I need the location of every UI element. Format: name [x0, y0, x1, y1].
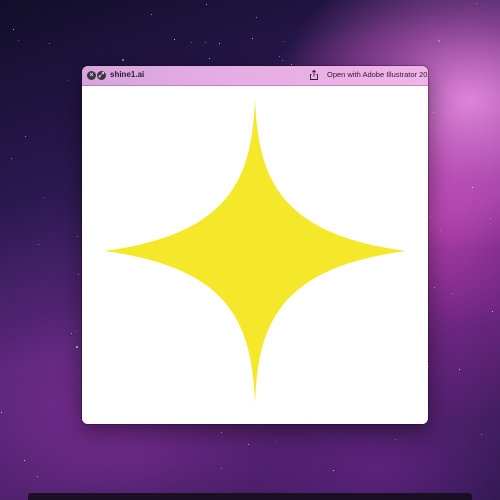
wallpaper-star [151, 14, 152, 15]
wallpaper-star [24, 460, 25, 461]
wallpaper-star [122, 59, 124, 61]
wallpaper-star [18, 40, 19, 41]
wallpaper-star [452, 293, 453, 294]
wallpaper-star [25, 136, 26, 137]
wallpaper-star [206, 4, 207, 5]
wallpaper-star [38, 244, 39, 245]
wallpaper-star [76, 331, 77, 332]
wallpaper-star [221, 468, 222, 469]
wallpaper-star [13, 29, 14, 30]
wallpaper-star [472, 187, 473, 188]
share-icon[interactable] [308, 69, 320, 81]
dock-edge [28, 493, 472, 500]
wallpaper-star [275, 441, 276, 442]
wallpaper-star [205, 42, 206, 43]
wallpaper-star [248, 444, 249, 445]
artwork-preview [104, 98, 406, 404]
wallpaper-star [434, 287, 435, 288]
open-with-illustrator-button[interactable]: Open with Adobe Illustrator 2022 [327, 69, 428, 81]
wallpaper-star [282, 60, 283, 61]
desktop-wallpaper: × ⤢ shine1.ai Open with Adobe Illustrato… [0, 0, 500, 500]
wallpaper-star [76, 346, 78, 348]
wallpaper-star [490, 218, 491, 219]
wallpaper-star [78, 274, 79, 275]
wallpaper-star [433, 112, 434, 113]
quick-look-window[interactable]: × ⤢ shine1.ai Open with Adobe Illustrato… [82, 66, 428, 424]
wallpaper-star [291, 64, 292, 65]
wallpaper-star [49, 43, 50, 44]
wallpaper-star [37, 476, 38, 477]
wallpaper-star [428, 366, 429, 367]
wallpaper-star [77, 236, 78, 237]
wallpaper-star [43, 197, 44, 198]
fullscreen-icon[interactable]: ⤢ [97, 71, 106, 80]
wallpaper-star [430, 216, 431, 217]
wallpaper-star [256, 17, 257, 18]
file-preview-canvas [82, 86, 428, 424]
window-title: shine1.ai [110, 70, 145, 79]
wallpaper-star [476, 3, 477, 4]
four-point-star-shape [104, 98, 406, 404]
wallpaper-star [459, 369, 460, 370]
wallpaper-star [174, 39, 175, 40]
wallpaper-star [279, 56, 280, 57]
wallpaper-star [333, 470, 334, 471]
wallpaper-star [481, 434, 482, 435]
wallpaper-star [11, 158, 12, 159]
wallpaper-star [71, 333, 72, 334]
wallpaper-star [191, 42, 192, 43]
wallpaper-star [252, 38, 253, 39]
wallpaper-star [283, 41, 284, 42]
wallpaper-star [438, 40, 440, 42]
wallpaper-star [1, 412, 2, 413]
wallpaper-star [221, 432, 222, 433]
wallpaper-star [492, 311, 493, 312]
wallpaper-star [219, 43, 220, 44]
wallpaper-star [209, 58, 210, 59]
close-icon[interactable]: × [87, 71, 96, 80]
wallpaper-star [68, 80, 69, 81]
window-titlebar[interactable]: × ⤢ shine1.ai Open with Adobe Illustrato… [82, 66, 428, 86]
wallpaper-star [440, 230, 441, 231]
wallpaper-star [395, 439, 396, 440]
